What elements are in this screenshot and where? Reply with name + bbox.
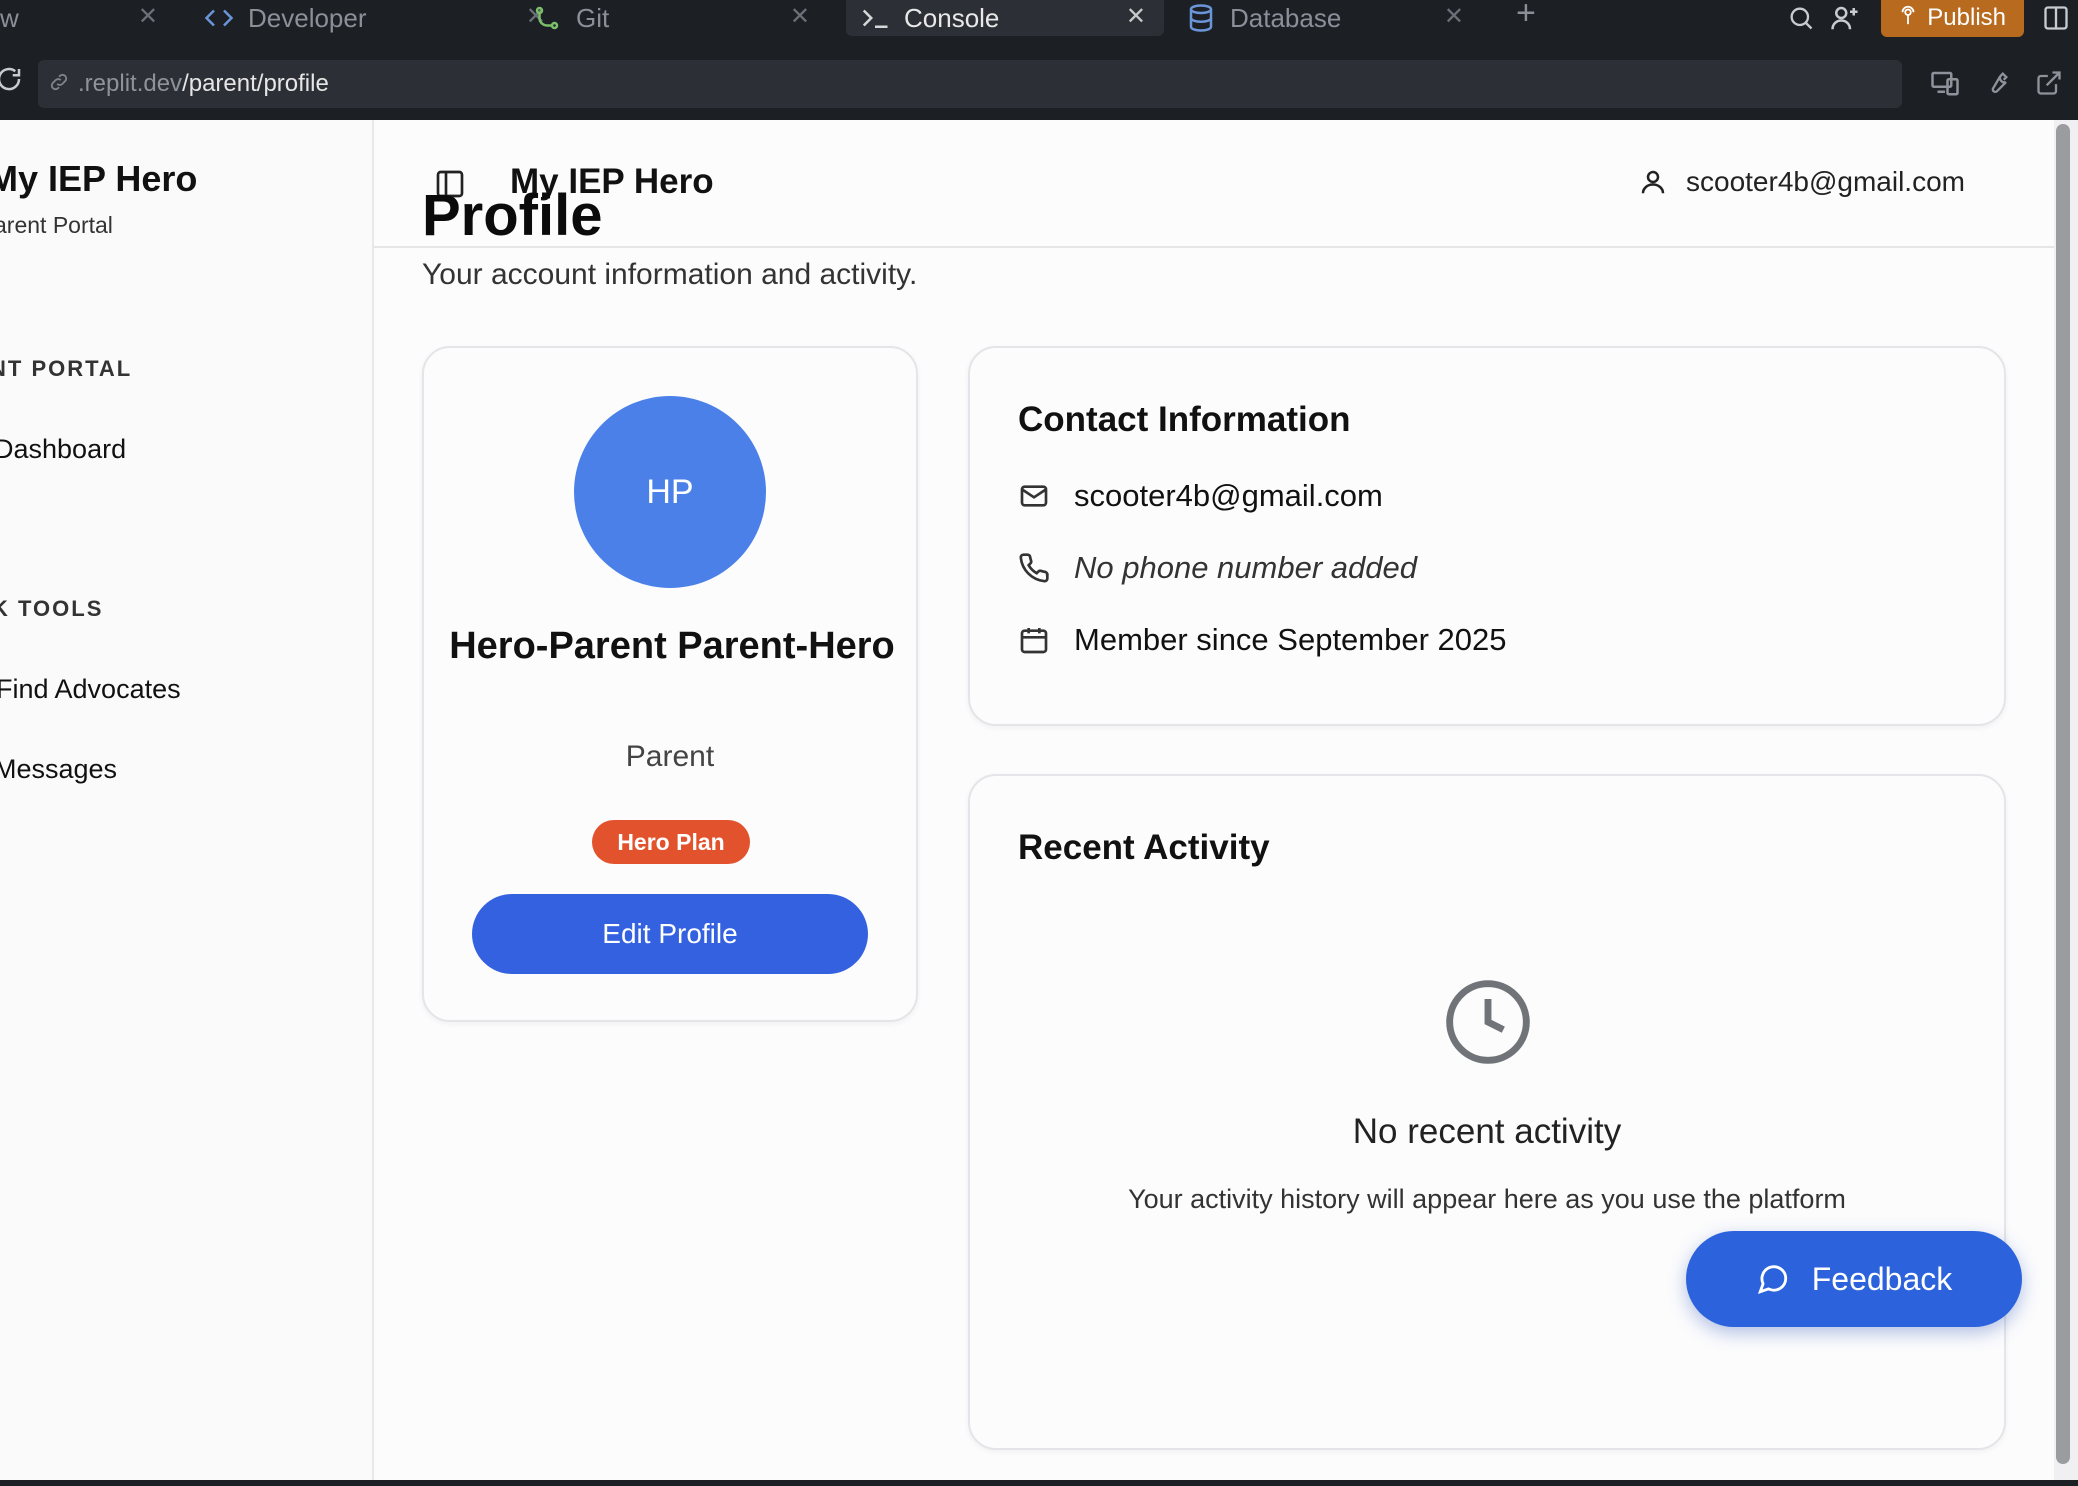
contact-email: scooter4b@gmail.com [1074, 478, 1383, 513]
brand-subtitle: arent Portal [0, 212, 113, 238]
publish-icon [1897, 4, 1919, 33]
contact-card: Contact Information scooter4b@gmail.com … [968, 346, 2006, 726]
tab-bar: w ✕ Developer ✕ Git ✕ Console ✕ Database… [0, 0, 2078, 48]
clock-icon [1442, 976, 1534, 1068]
activity-empty-title: No recent activity [1352, 1112, 1622, 1151]
split-view-icon[interactable] [2034, 0, 2078, 36]
sidebar-section-portal: NT PORTAL [0, 356, 133, 381]
feedback-button[interactable]: Feedback [1686, 1231, 2022, 1327]
plan-badge: Hero Plan [592, 820, 750, 864]
code-icon [204, 3, 234, 33]
user-icon [1638, 166, 1668, 200]
brand-title: My IEP Hero [0, 158, 198, 199]
tab-console[interactable]: Console ✕ [846, 0, 1164, 36]
url-tools [1924, 62, 2070, 104]
sidebar-item-messages[interactable]: Messages [0, 754, 117, 785]
contact-heading: Contact Information [1018, 400, 1351, 439]
sidebar-item-dashboard[interactable]: Dashboard [0, 434, 126, 465]
tab-label: Database [1230, 2, 1342, 33]
contact-member-since: Member since September 2025 [1074, 622, 1507, 657]
tab-label: Console [904, 2, 1000, 33]
profile-card: HP Hero-Parent Parent-Hero Parent Hero P… [422, 346, 918, 1022]
address-field[interactable]: .replit.dev /parent/profile [38, 60, 1902, 108]
sidebar-section-tools: K TOOLS [0, 596, 104, 621]
scrollbar-thumb[interactable] [2056, 124, 2070, 1464]
phone-icon [1018, 552, 1050, 584]
edit-profile-button[interactable]: Edit Profile [472, 894, 868, 974]
app-header: My IEP Hero scooter4b@gmail.com [374, 120, 2054, 248]
database-icon [1186, 3, 1216, 33]
activity-card: Recent Activity No recent activity Your … [968, 774, 2006, 1450]
close-icon[interactable]: ✕ [1444, 2, 1464, 31]
page-title: Profile [422, 183, 603, 248]
publish-button[interactable]: Publish [1881, 0, 2024, 37]
search-icon[interactable] [1779, 0, 1823, 36]
feedback-label: Feedback [1811, 1260, 1953, 1297]
tab-label: Developer [248, 2, 367, 33]
avatar: HP [574, 396, 766, 588]
profile-role: Parent [625, 740, 715, 773]
wrench-icon[interactable] [1976, 62, 2018, 104]
calendar-icon [1018, 624, 1050, 656]
terminal-icon [860, 3, 890, 33]
git-icon [532, 3, 562, 33]
tab-git[interactable]: Git ✕ [518, 0, 828, 36]
external-link-icon[interactable] [2028, 62, 2070, 104]
tab-label: w [0, 2, 19, 33]
publish-label: Publish [1927, 4, 2006, 31]
chat-bubble-icon [1756, 1262, 1790, 1296]
top-toolbar: Publish [1779, 0, 2078, 37]
url-bar: .replit.dev /parent/profile [0, 48, 2078, 120]
tab-label: Git [576, 2, 610, 33]
mail-icon [1018, 480, 1050, 512]
contact-member-row: Member since September 2025 [1018, 622, 1507, 658]
reload-icon[interactable] [0, 64, 24, 100]
contact-phone: No phone number added [1074, 550, 1417, 585]
sidebar: My IEP Hero arent Portal NT PORTAL Dashb… [0, 120, 374, 1480]
sidebar-item-find-advocates[interactable]: Find Advocates [0, 674, 181, 705]
profile-name: Hero-Parent Parent-Hero [449, 625, 895, 667]
activity-heading: Recent Activity [1018, 828, 1270, 867]
contact-phone-row: No phone number added [1018, 550, 1417, 586]
url-host: .replit.dev [78, 70, 183, 97]
activity-empty-subtitle: Your activity history will appear here a… [1128, 1184, 1846, 1214]
link-icon [48, 71, 74, 97]
new-tab-button[interactable]: + [1516, 0, 1536, 33]
tab-developer[interactable]: Developer ✕ [190, 0, 564, 36]
url-path: /parent/profile [182, 70, 329, 97]
contact-email-row: scooter4b@gmail.com [1018, 478, 1383, 514]
tab-webview[interactable]: w ✕ [0, 0, 176, 36]
page-subtitle: Your account information and activity. [422, 258, 918, 291]
tab-database[interactable]: Database ✕ [1172, 0, 1482, 36]
close-icon[interactable]: ✕ [138, 2, 158, 31]
user-email[interactable]: scooter4b@gmail.com [1686, 166, 1965, 198]
close-icon[interactable]: ✕ [1126, 2, 1146, 31]
close-icon[interactable]: ✕ [790, 2, 810, 31]
invite-user-icon[interactable] [1823, 0, 1867, 36]
devices-icon[interactable] [1924, 62, 1966, 104]
